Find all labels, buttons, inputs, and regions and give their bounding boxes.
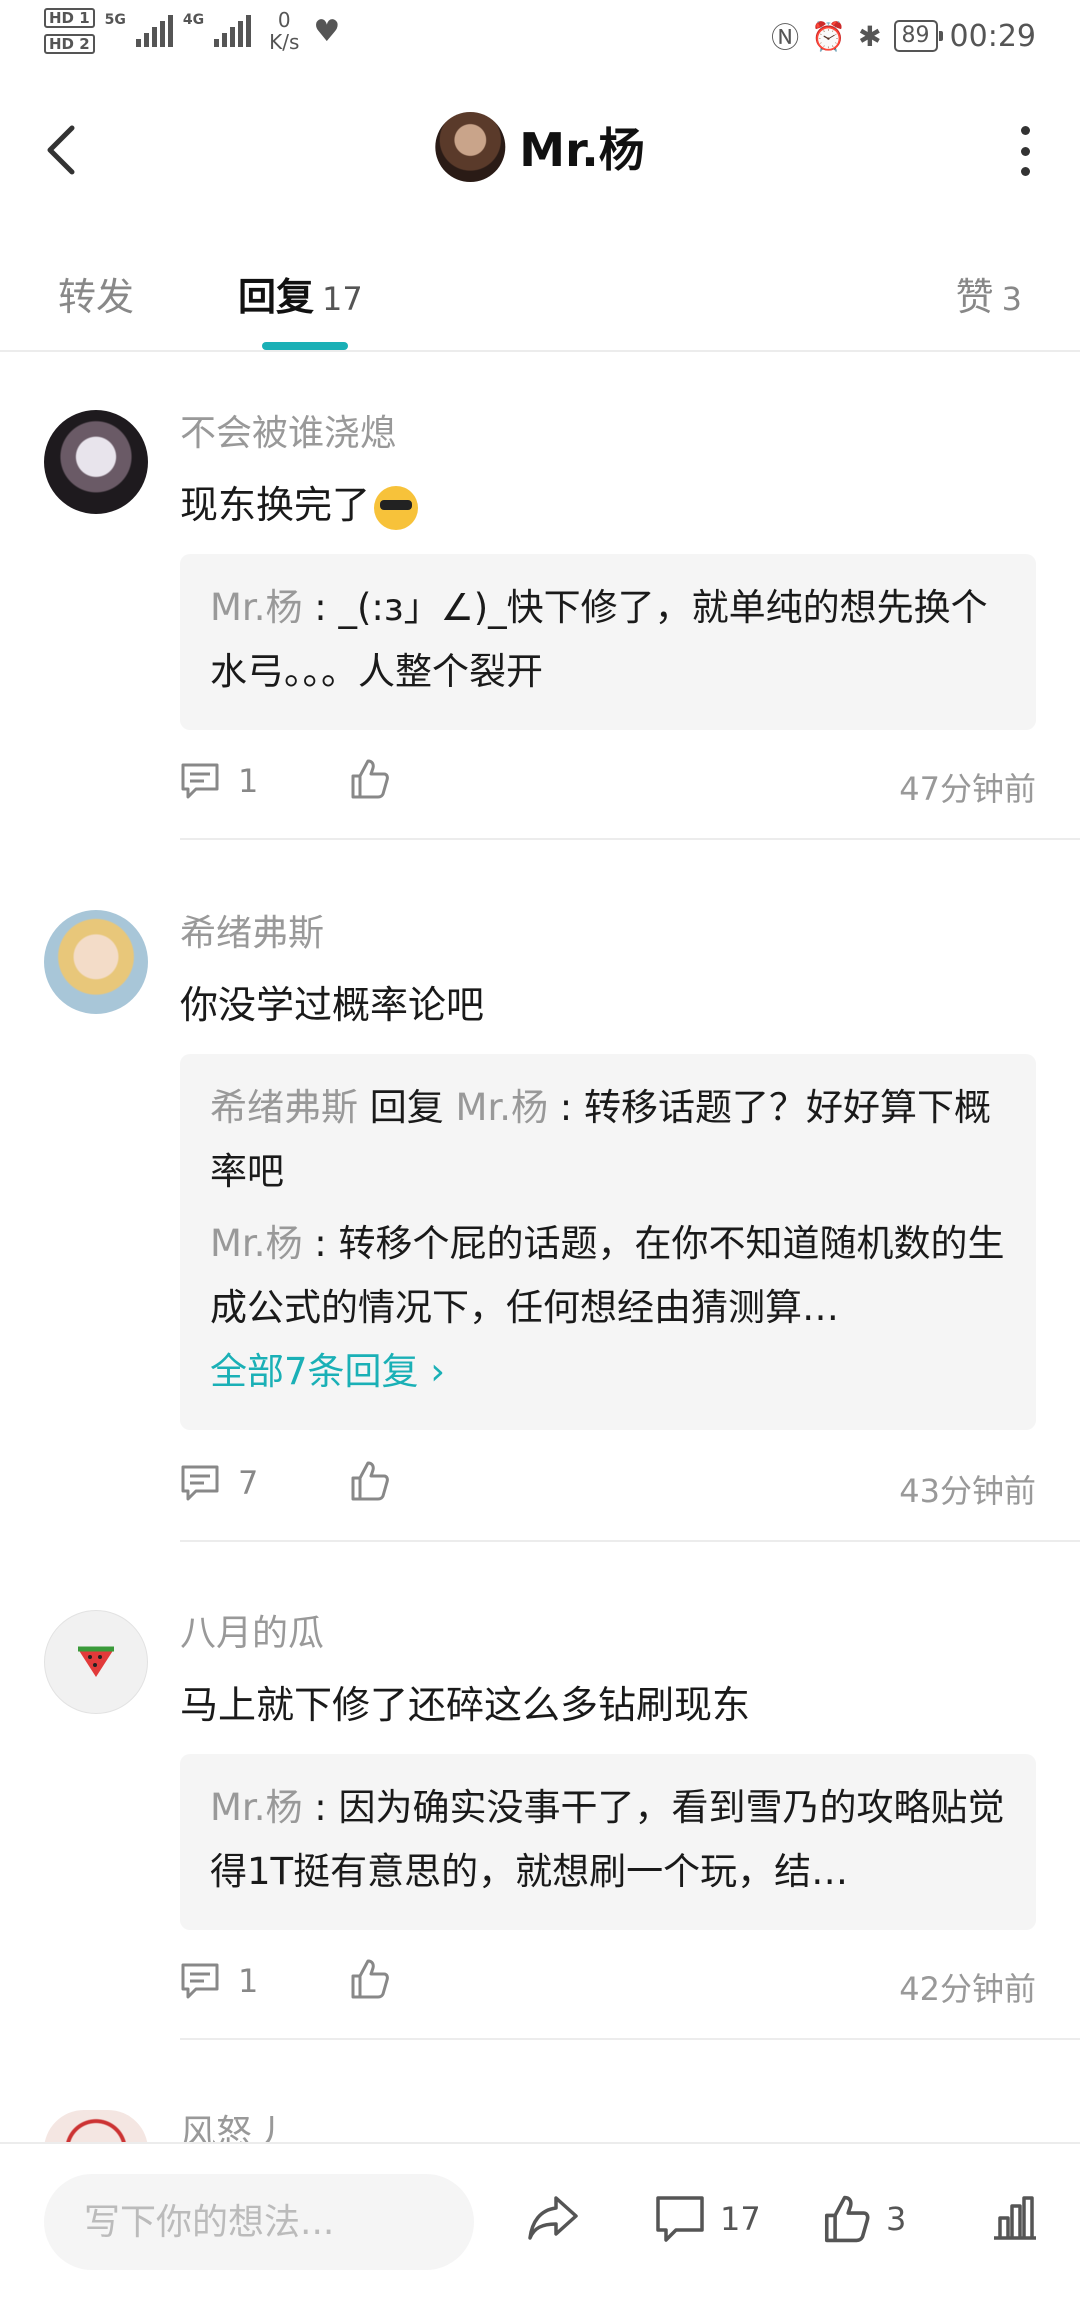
battery-icon: 89 bbox=[893, 20, 943, 52]
reply-count: 1 bbox=[238, 762, 259, 800]
tab-repost[interactable]: 转发 bbox=[58, 266, 134, 321]
avatar[interactable] bbox=[44, 410, 148, 514]
tab-label: 转发 bbox=[58, 275, 135, 319]
health-heart-icon: ♥ bbox=[313, 13, 341, 49]
comment-text: 你没学过概率论吧 bbox=[180, 983, 485, 1027]
back-button[interactable] bbox=[40, 120, 84, 180]
comment-text-content: 现东换完了 bbox=[180, 483, 371, 527]
active-tab-indicator bbox=[262, 342, 348, 350]
alarm-icon: ⏰ bbox=[811, 19, 847, 53]
more-options-button[interactable] bbox=[1018, 126, 1032, 176]
view-all-replies-link[interactable]: 全部7条回复 › bbox=[210, 1340, 1006, 1404]
like-button[interactable]: 3 bbox=[822, 2194, 906, 2244]
signal-icon-2 bbox=[214, 15, 252, 47]
comment-input[interactable] bbox=[44, 2174, 474, 2270]
reply-line: Mr.杨 : 转移个屁的话题，在你不知道随机数的生成公式的情况下，任何想经由猜测… bbox=[210, 1212, 1006, 1340]
reply-author[interactable]: Mr.杨 bbox=[210, 1222, 303, 1265]
comment-text: 马上就下修了还碎这么多钻刷现东 bbox=[180, 1683, 751, 1727]
divider bbox=[180, 1540, 1080, 1542]
reply-preview[interactable]: Mr.杨 : _(:з」∠)_快下修了，就单纯的想先换个水弓。。。人整个裂开 bbox=[180, 554, 1036, 730]
avatar[interactable] bbox=[44, 910, 148, 1014]
comment-icon bbox=[181, 763, 219, 799]
back-arrow-icon bbox=[47, 125, 75, 175]
like-button[interactable] bbox=[350, 1460, 390, 1506]
header: Mr.杨 bbox=[0, 90, 1080, 210]
comment-text: 现东换完了 bbox=[180, 474, 419, 530]
more-dot-icon bbox=[1020, 126, 1030, 135]
reply-count: 1 bbox=[238, 1962, 259, 2000]
status-bar: HD 1 HD 2 5G 4G 0 K/s ♥ Ⓝ ⏰ ✱ 89 00:29 bbox=[0, 0, 1080, 72]
hd1-indicator: HD 1 bbox=[44, 8, 95, 28]
reply-target[interactable]: Mr.杨 bbox=[456, 1086, 549, 1129]
thumbs-up-icon bbox=[351, 759, 389, 799]
tab-likes[interactable]: 赞3 bbox=[956, 266, 1022, 321]
stats-button[interactable] bbox=[990, 2194, 1040, 2242]
reply-button[interactable]: 1 bbox=[180, 1962, 258, 2000]
network-5g-label: 5G bbox=[104, 12, 126, 28]
thumbs-up-icon bbox=[351, 1959, 389, 1999]
reply-text: : _(:з」∠)_快下修了，就单纯的想先换个水弓。。。人整个裂开 bbox=[210, 586, 988, 693]
more-dot-icon bbox=[1020, 146, 1030, 156]
thumbs-up-icon bbox=[351, 1461, 389, 1501]
tab-count: 17 bbox=[322, 280, 363, 318]
watermelon-icon bbox=[78, 1646, 114, 1677]
reply-count: 7 bbox=[238, 1464, 259, 1502]
reply-text: : 因为确实没事干了，看到雪乃的攻略贴觉得1T挺有意思的，就想刷一个玩，结… bbox=[210, 1786, 1005, 1893]
divider bbox=[180, 838, 1080, 840]
reply-author[interactable]: Mr.杨 bbox=[210, 1786, 303, 1829]
speed-unit: K/s bbox=[269, 30, 300, 54]
reply-author[interactable]: 希绪弗斯 bbox=[210, 1086, 358, 1129]
clock: 00:29 bbox=[949, 18, 1036, 54]
reply-keyword: 回复 bbox=[358, 1086, 456, 1129]
comment-icon bbox=[181, 1465, 219, 1501]
comment-time: 43分钟前 bbox=[899, 1472, 1036, 1510]
like-button[interactable] bbox=[350, 1958, 390, 2004]
thumbs-up-icon bbox=[824, 2195, 870, 2243]
hd2-indicator: HD 2 bbox=[44, 34, 95, 54]
tab-label: 赞 bbox=[955, 275, 994, 319]
tab-bar: 转发 回复 17 赞3 bbox=[0, 250, 1080, 352]
nfc-icon: Ⓝ bbox=[771, 21, 800, 54]
comments-button[interactable]: 17 bbox=[654, 2194, 761, 2244]
share-button[interactable] bbox=[526, 2194, 580, 2242]
comment-actions: 1 42分钟前 bbox=[180, 1952, 1036, 2012]
more-dot-icon bbox=[1020, 167, 1030, 176]
comment-actions: 7 43分钟前 bbox=[180, 1454, 1036, 1514]
reply-button[interactable]: 1 bbox=[180, 762, 258, 800]
like-button[interactable] bbox=[350, 758, 390, 804]
bottom-action-bar: 17 3 bbox=[0, 2142, 1080, 2300]
reply-line: 希绪弗斯 回复 Mr.杨 : 转移话题了？好好算下概率吧 bbox=[210, 1076, 1006, 1204]
signal-icon bbox=[135, 15, 173, 47]
share-icon bbox=[528, 2196, 578, 2240]
reply-text: : 转移个屁的话题，在你不知道随机数的生成公式的情况下，任何想经由猜测算… bbox=[210, 1222, 1005, 1329]
comment-time: 47分钟前 bbox=[899, 770, 1036, 808]
comment-author[interactable]: 不会被谁浇熄 bbox=[180, 404, 396, 456]
bluetooth-icon: ✱ bbox=[858, 19, 882, 53]
comment-time: 42分钟前 bbox=[899, 1970, 1036, 2008]
divider bbox=[180, 2038, 1080, 2040]
speed-value: 0 bbox=[277, 8, 291, 32]
avatar[interactable] bbox=[44, 1610, 148, 1714]
header-user[interactable]: Mr.杨 bbox=[435, 112, 645, 182]
sunglasses-emoji-icon bbox=[374, 485, 419, 530]
comment-count: 17 bbox=[720, 2200, 761, 2238]
network-speed: 0 K/s bbox=[269, 9, 299, 53]
tab-replies[interactable]: 回复 17 bbox=[238, 266, 363, 321]
reply-button[interactable]: 7 bbox=[180, 1464, 258, 1502]
tab-label: 回复 bbox=[238, 275, 315, 319]
comment-author[interactable]: 八月的瓜 bbox=[180, 1604, 324, 1656]
reply-author[interactable]: Mr.杨 bbox=[210, 586, 303, 629]
comment-actions: 1 47分钟前 bbox=[180, 752, 1036, 812]
avatar[interactable] bbox=[435, 112, 506, 182]
reply-preview[interactable]: Mr.杨 : 因为确实没事干了，看到雪乃的攻略贴觉得1T挺有意思的，就想刷一个玩… bbox=[180, 1754, 1036, 1930]
bar-chart-icon bbox=[994, 2196, 1036, 2240]
comment-icon bbox=[181, 1963, 219, 1999]
tab-count: 3 bbox=[1001, 280, 1022, 318]
comment-author[interactable]: 希绪弗斯 bbox=[180, 904, 324, 956]
reply-preview[interactable]: 希绪弗斯 回复 Mr.杨 : 转移话题了？好好算下概率吧 Mr.杨 : 转移个屁… bbox=[180, 1054, 1036, 1430]
comment-icon bbox=[656, 2196, 704, 2242]
like-count: 3 bbox=[886, 2200, 907, 2238]
network-4g-label: 4G bbox=[182, 12, 205, 28]
page-title: Mr.杨 bbox=[519, 123, 645, 177]
